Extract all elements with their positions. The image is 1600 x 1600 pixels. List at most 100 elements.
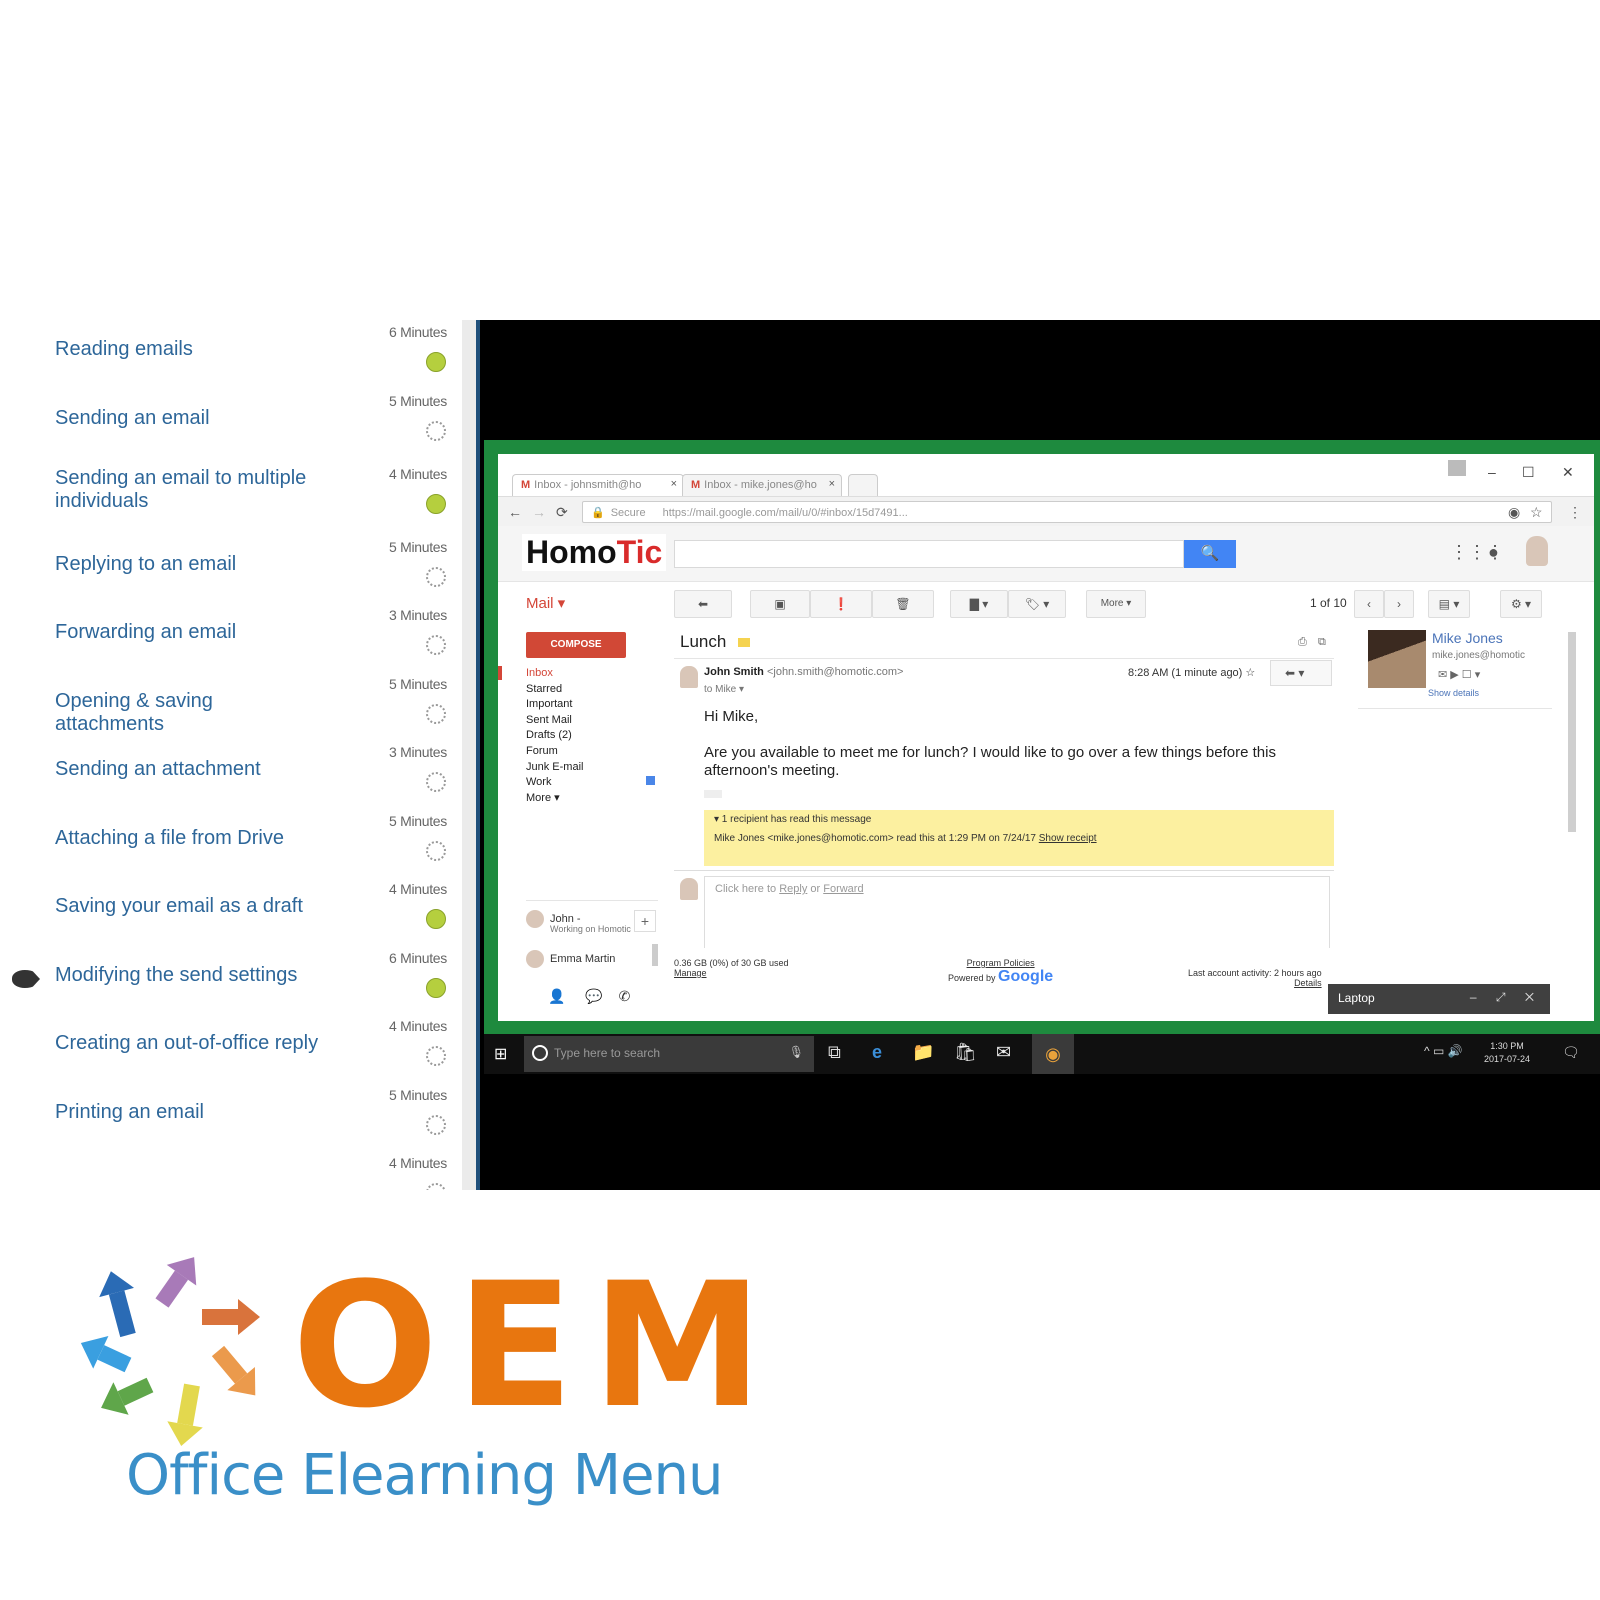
phone-icon[interactable]: ✆ — [619, 988, 631, 1004]
profile-icon[interactable] — [1448, 460, 1466, 476]
avatar — [526, 910, 544, 928]
lesson-item[interactable]: Saving your email as a draft 4 Minutes — [0, 881, 462, 950]
folder-item[interactable]: Forum — [526, 744, 583, 760]
file-explorer-icon[interactable]: 📁 — [912, 1042, 934, 1063]
quick-reply-box[interactable]: Click here to Reply or Forward — [704, 876, 1330, 948]
folder-item[interactable]: Inbox — [526, 666, 583, 682]
folder-item[interactable]: Sent Mail — [526, 713, 583, 729]
folder-item[interactable]: Starred — [526, 682, 583, 698]
receipt-header[interactable]: ▾ 1 recipient has read this message — [714, 814, 1324, 825]
folder-item[interactable]: Drafts (2) — [526, 728, 583, 744]
reply-button[interactable]: ⬅ ▾ — [1270, 660, 1332, 686]
chat-popup[interactable]: Laptop – ⤢ ✕ — [1328, 984, 1550, 1014]
show-receipt-link[interactable]: Show receipt — [1039, 833, 1097, 844]
chat-popup-controls[interactable]: – ⤢ ✕ — [1470, 990, 1542, 1005]
tab-close-icon[interactable]: × — [671, 478, 677, 490]
compose-button[interactable]: COMPOSE — [526, 632, 626, 658]
maximize-button[interactable]: ☐ — [1522, 464, 1535, 481]
delete-button[interactable]: 🗑 — [872, 590, 934, 618]
mail-icon[interactable]: ✉ — [996, 1042, 1011, 1063]
new-window-icon[interactable]: ⧉ — [1318, 636, 1326, 649]
lesson-item[interactable]: Printing an email 5 Minutes — [0, 1087, 462, 1156]
minimize-button[interactable]: – — [1488, 464, 1496, 480]
folder-item[interactable]: Work — [526, 775, 583, 791]
lesson-item[interactable]: Sending an email 5 Minutes — [0, 393, 462, 462]
lesson-item[interactable]: Attaching a file from Drive 5 Minutes — [0, 813, 462, 882]
lesson-item[interactable]: Sending an email to multiple individuals… — [0, 466, 462, 535]
system-tray[interactable]: ^ ▭ 🔊 — [1424, 1044, 1463, 1058]
folder-item[interactable]: More ▾ — [526, 791, 583, 807]
lesson-item[interactable]: Replying to an email 5 Minutes — [0, 539, 462, 608]
chat-contact[interactable]: John - Working on Homotic — [526, 910, 631, 934]
tab-close-icon[interactable]: × — [829, 478, 835, 490]
contact-actions[interactable]: ✉ ▶ ☐ ▾ — [1438, 668, 1480, 681]
recipient-line[interactable]: to Mike ▾ — [704, 684, 744, 695]
notifications-icon[interactable]: ● — [1488, 542, 1499, 563]
eye-icon[interactable]: ◉ — [1508, 504, 1520, 521]
chrome-icon[interactable]: ◉ — [1032, 1034, 1074, 1074]
edge-icon[interactable]: e — [872, 1042, 882, 1063]
lesson-item[interactable]: Forwarding an email 3 Minutes — [0, 607, 462, 676]
reload-icon[interactable]: ⟳ — [556, 504, 568, 521]
arrow-yellow — [167, 1383, 203, 1447]
labels-button[interactable]: 🏷 ▾ — [1008, 590, 1066, 618]
more-button[interactable]: More ▾ — [1086, 590, 1146, 618]
homotic-logo[interactable]: HomoTic — [522, 534, 667, 571]
back-to-inbox-button[interactable]: ⬅ — [674, 590, 732, 618]
url-field[interactable]: 🔒 Secure https://mail.google.com/mail/u/0… — [582, 501, 1552, 523]
forward-icon[interactable]: → — [532, 504, 546, 520]
settings-button[interactable]: ⚙ ▾ — [1500, 590, 1542, 618]
mail-search-input[interactable] — [674, 540, 1184, 568]
lesson-item[interactable]: Opening & saving attachments 5 Minutes — [0, 676, 462, 745]
browser-tab-1[interactable]: M Inbox - johnsmith@ho × — [512, 474, 684, 496]
back-icon[interactable]: ← — [508, 504, 522, 520]
taskbar-clock[interactable]: 1:30 PM 2017-07-24 — [1484, 1040, 1530, 1066]
folder-item[interactable]: Junk E-mail — [526, 760, 583, 776]
lesson-item[interactable]: Modifying the send settings 6 Minutes — [0, 950, 462, 1019]
oem-letters: OEM — [292, 1245, 781, 1446]
store-icon[interactable]: 🛍 — [954, 1042, 977, 1063]
video-player[interactable]: M Inbox - johnsmith@ho × M Inbox - mike.jo… — [476, 320, 1600, 1190]
new-tab-button[interactable] — [848, 474, 878, 496]
show-trimmed-content[interactable] — [704, 790, 722, 798]
star-icon[interactable]: ☆ — [1530, 504, 1543, 521]
microphone-icon[interactable]: 🎙 — [789, 1045, 804, 1059]
action-center-icon[interactable]: 🗨 — [1562, 1044, 1580, 1061]
lesson-item[interactable]: Sending an attachment 3 Minutes — [0, 744, 462, 813]
lesson-item[interactable]: Reading emails 6 Minutes — [0, 324, 462, 393]
search-button[interactable]: 🔍 — [1184, 540, 1236, 568]
move-to-button[interactable]: ▇ ▾ — [950, 590, 1008, 618]
chat-scrollbar[interactable] — [652, 944, 658, 966]
manage-link[interactable]: Manage — [674, 968, 707, 978]
contacts-icon[interactable]: 👤 — [548, 988, 565, 1004]
contact-name[interactable]: Mike Jones — [1432, 630, 1503, 646]
report-spam-button[interactable]: ❗ — [810, 590, 872, 618]
chat-contact[interactable]: Emma Martin — [526, 950, 615, 968]
account-avatar[interactable] — [1526, 536, 1548, 566]
layout-button[interactable]: ▤ ▾ — [1428, 590, 1470, 618]
lesson-item[interactable]: Creating an out-of-office reply 4 Minutes — [0, 1018, 462, 1087]
lesson-list-scrollbar[interactable] — [462, 320, 476, 1190]
menu-icon[interactable]: ⋮ — [1568, 504, 1582, 521]
next-button[interactable]: › — [1384, 590, 1414, 618]
program-policies-link[interactable]: Program Policies — [967, 958, 1035, 968]
add-chat-button[interactable]: + — [634, 910, 656, 932]
taskbar-search[interactable]: Type here to search 🎙 — [524, 1036, 814, 1072]
forward-link[interactable]: Forward — [823, 883, 863, 895]
print-icon[interactable]: ⎙ — [1298, 636, 1307, 649]
windows-start-icon[interactable]: ⊞ — [494, 1044, 507, 1064]
show-details-link[interactable]: Show details — [1428, 688, 1479, 698]
prev-button[interactable]: ‹ — [1354, 590, 1384, 618]
sender-avatar — [680, 666, 698, 688]
reply-link[interactable]: Reply — [779, 883, 807, 895]
hangouts-icon[interactable]: 💬 — [585, 988, 602, 1004]
close-button[interactable]: ✕ — [1562, 464, 1574, 481]
task-view-icon[interactable]: ⧉ — [828, 1042, 841, 1063]
browser-tab-2[interactable]: M Inbox - mike.jones@ho × — [682, 474, 842, 496]
archive-button[interactable]: ▣ — [750, 590, 810, 618]
details-link[interactable]: Details — [1294, 978, 1322, 988]
folder-item[interactable]: Important — [526, 697, 583, 713]
page-scrollbar[interactable] — [1568, 632, 1576, 832]
lesson-item[interactable]: 4 Minutes — [0, 1155, 462, 1190]
mail-dropdown[interactable]: Mail ▾ — [526, 594, 565, 612]
